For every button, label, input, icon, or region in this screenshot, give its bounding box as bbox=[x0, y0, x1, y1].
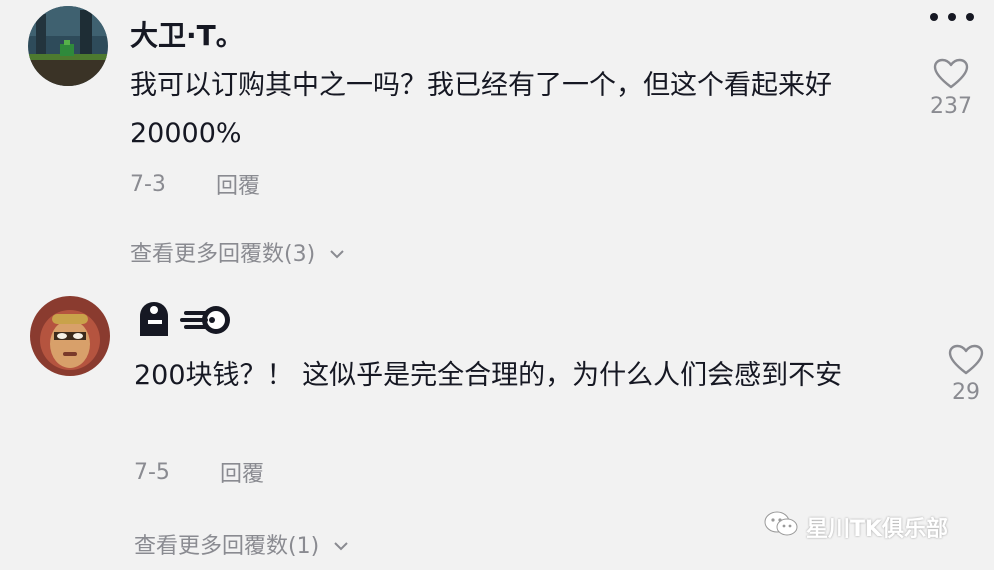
like-button[interactable]: 29 bbox=[941, 344, 991, 405]
heart-outline-icon bbox=[948, 344, 984, 375]
comment-date: 7-3 bbox=[130, 171, 166, 197]
wechat-icon bbox=[764, 510, 798, 544]
reply-button[interactable]: 回覆 bbox=[216, 168, 260, 200]
username[interactable] bbox=[134, 296, 234, 347]
comment-date: 7-5 bbox=[134, 459, 170, 485]
avatar[interactable] bbox=[28, 6, 108, 86]
like-button[interactable]: 237 bbox=[926, 58, 976, 119]
view-more-replies[interactable]: 查看更多回覆数(3) bbox=[130, 236, 345, 268]
view-more-label: 查看更多回覆数(3) bbox=[130, 242, 316, 267]
comment-meta: 7-3 回覆 bbox=[130, 168, 260, 200]
comment-meta: 7-5 回覆 bbox=[134, 456, 264, 488]
chevron-down-icon bbox=[333, 532, 349, 557]
view-more-label: 查看更多回覆数(1) bbox=[134, 534, 320, 559]
comment-text: 我可以订购其中之一吗？我已经有了一个，但这个看起来好 20000% bbox=[130, 70, 832, 149]
comment-text: 200块钱？！ 这似乎是完全合理的，为什么人们会感到不安 bbox=[134, 360, 843, 391]
comment-item: 大卫·T。 我可以订购其中之一吗？我已经有了一个，但这个看起来好 20000% … bbox=[0, 0, 994, 290]
heart-outline-icon bbox=[933, 58, 969, 89]
watermark-text: 星川TK俱乐部 bbox=[806, 517, 949, 542]
username-emoji-icons bbox=[140, 302, 230, 336]
chevron-down-icon bbox=[329, 240, 345, 265]
view-more-replies[interactable]: 查看更多回覆数(1) bbox=[134, 528, 349, 560]
watermark: 星川TK俱乐部 bbox=[764, 510, 948, 544]
avatar[interactable] bbox=[30, 296, 110, 376]
username[interactable]: 大卫·T。 bbox=[130, 14, 244, 54]
like-count: 237 bbox=[930, 94, 972, 119]
reply-button[interactable]: 回覆 bbox=[220, 456, 264, 488]
like-count: 29 bbox=[952, 380, 980, 405]
more-options-icon[interactable] bbox=[930, 10, 974, 24]
